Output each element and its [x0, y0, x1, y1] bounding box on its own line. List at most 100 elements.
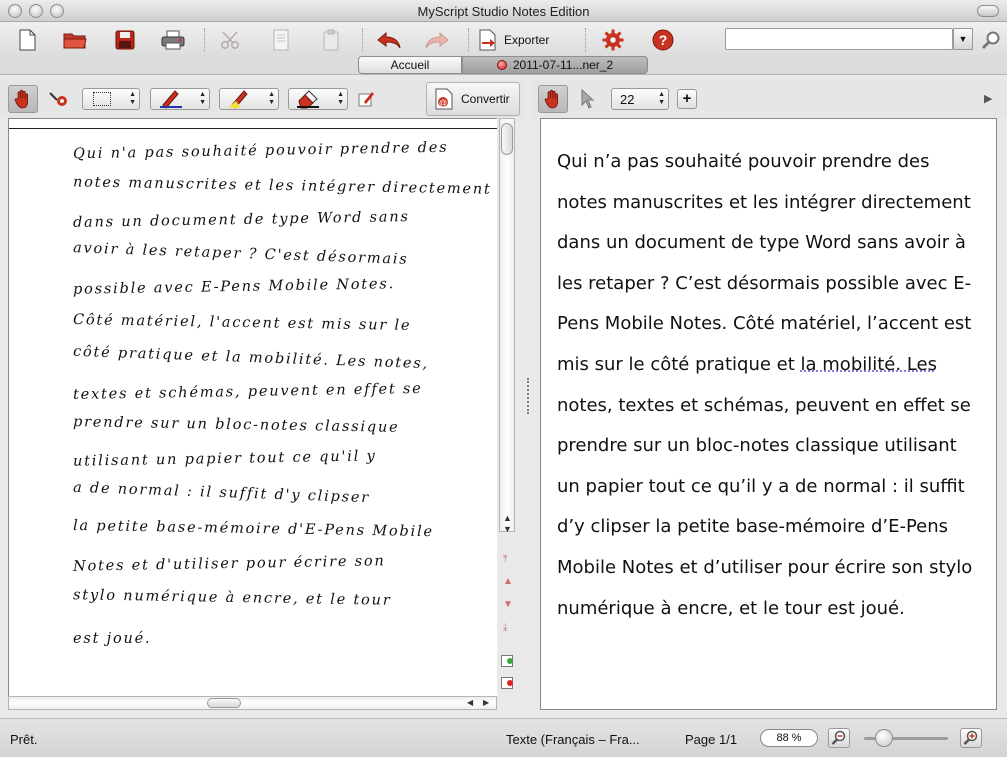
scroll-right-arrow-icon[interactable]: ▶ — [483, 698, 489, 707]
open-button[interactable] — [62, 27, 88, 53]
export-button[interactable]: Exporter — [478, 27, 578, 53]
font-size-select[interactable]: 22 ▲ ▼ — [611, 88, 669, 110]
pen-select[interactable]: ▲ ▼ — [150, 88, 210, 110]
previous-page-arrow-icon[interactable]: ▲ — [503, 576, 513, 587]
toolbar-separator — [204, 28, 205, 52]
tab-label: 2011-07-11...ner_2 — [512, 58, 614, 72]
handwriting-line: avoir à les retaper ? C'est désormais — [72, 240, 409, 268]
text-line: un papier tout ce qu’il y a de normal : … — [557, 475, 965, 497]
stepper-arrows-icon: ▲ ▼ — [658, 91, 665, 106]
convert-label: Convertir — [461, 92, 510, 106]
font-size-value: 22 — [620, 91, 635, 107]
handwriting-line: Côté matériel, l'accent est mis sur le — [72, 312, 412, 334]
hand-tool-button[interactable] — [8, 85, 38, 113]
close-tab-icon[interactable] — [496, 60, 507, 70]
stepper-arrows-icon: ▲ ▼ — [199, 91, 206, 106]
canvas-top-rule — [9, 128, 497, 129]
undo-button[interactable] — [376, 27, 402, 53]
delete-page-icon[interactable] — [501, 677, 513, 689]
chevron-down-icon: ▼ — [958, 34, 968, 44]
add-button[interactable]: + — [677, 89, 697, 109]
window-title: MyScript Studio Notes Edition — [417, 4, 590, 19]
save-button[interactable] — [112, 27, 138, 53]
main-toolbar: Exporter ? ▼ — [0, 22, 1007, 57]
cut-button[interactable] — [218, 27, 244, 53]
search-dropdown-button[interactable]: ▼ — [953, 28, 973, 50]
tab-document[interactable]: 2011-07-11...ner_2 — [462, 56, 648, 74]
toolbar-toggle-button[interactable] — [977, 5, 999, 17]
pen-icon — [160, 90, 182, 109]
ink-vertical-scrollbar[interactable] — [499, 118, 515, 532]
status-message: Prêt. — [10, 732, 38, 747]
ink-horizontal-scroll-thumb[interactable] — [207, 698, 241, 708]
first-page-arrow-icon[interactable]: ⤒ — [503, 554, 507, 565]
eraser-icon — [297, 90, 319, 109]
zoom-out-button[interactable] — [828, 728, 850, 748]
toolbar-separator — [585, 28, 586, 52]
convert-button[interactable]: @ Convertir — [426, 82, 520, 116]
handwriting-line: utilisant un papier tout ce qu'il y — [72, 448, 377, 470]
scroll-down-arrow-icon[interactable]: ▼ — [503, 524, 512, 534]
handwriting-line: la petite base-mémoire d'E-Pens Mobile — [72, 517, 434, 541]
redo-button[interactable] — [424, 27, 450, 53]
text-line: Mobile Notes et d’utiliser pour écrire s… — [557, 556, 973, 578]
scroll-up-arrow-icon[interactable]: ▲ — [503, 513, 512, 523]
eraser-select[interactable]: ▲ ▼ — [288, 88, 348, 110]
text-hand-tool-button[interactable] — [538, 85, 568, 113]
flagged-word[interactable]: la mobilité. Les — [801, 354, 937, 375]
settings-icon — [602, 29, 624, 51]
copy-icon — [273, 29, 289, 51]
ink-canvas[interactable]: Qui n'a pas souhaité pouvoir prendre des… — [8, 118, 497, 696]
handwriting-line: côté pratique et la mobilité. Les notes, — [72, 343, 430, 373]
tab-home[interactable]: Accueil — [358, 56, 462, 74]
add-page-icon[interactable] — [501, 655, 513, 667]
help-button[interactable]: ? — [650, 27, 676, 53]
text-line: prendre sur un bloc-notes classique util… — [557, 435, 957, 457]
text-line: les retaper ? C’est désormais possible a… — [557, 272, 972, 294]
copy-button[interactable] — [268, 27, 294, 53]
selection-mode-select[interactable]: ▲ ▼ — [82, 88, 140, 110]
zoom-level-field[interactable]: 88 % — [760, 729, 818, 747]
highlighter-icon — [228, 90, 248, 109]
handwriting-line: est joué. — [73, 631, 152, 647]
handwriting-line: notes manuscrites et les intégrer direct… — [72, 174, 492, 198]
new-document-button[interactable] — [14, 27, 40, 53]
plus-icon: + — [682, 90, 692, 107]
open-folder-icon — [63, 33, 87, 49]
recognition-language[interactable]: Texte (Français – Fra... — [506, 732, 640, 747]
print-button[interactable] — [160, 27, 186, 53]
search-input[interactable] — [725, 28, 953, 50]
converted-text[interactable]: Qui n’a pas souhaité pouvoir prendre des… — [557, 142, 987, 629]
handwriting-line: prendre sur un bloc-notes classique — [72, 414, 400, 436]
text-line: notes, textes et schémas, peuvent en eff… — [557, 394, 971, 416]
print-icon — [161, 30, 185, 50]
ink-horizontal-scrollbar[interactable]: ◀ ▶ — [8, 696, 497, 710]
text-canvas[interactable]: Qui n’a pas souhaité pouvoir prendre des… — [540, 118, 997, 710]
zoom-slider-knob[interactable] — [875, 729, 894, 747]
pane-splitter[interactable] — [527, 378, 533, 414]
hand-icon — [14, 89, 28, 109]
text-line: mis sur le côté pratique et la mobilité.… — [557, 345, 987, 386]
convert-icon: @ — [435, 88, 453, 110]
paste-icon — [323, 29, 339, 51]
ink-settings-button[interactable] — [44, 85, 74, 113]
gear-pen-icon — [49, 92, 67, 106]
handwriting-line: stylo numérique à encre, et le tour — [72, 587, 392, 609]
stroke-edit-button[interactable] — [354, 85, 378, 113]
highlighter-select[interactable]: ▲ ▼ — [219, 88, 279, 110]
handwriting-line: textes et schémas, peuvent en effet se — [72, 380, 423, 404]
text-line: notes manuscrites et les intégrer direct… — [557, 191, 971, 213]
toolbar-overflow-button[interactable]: ▶ — [984, 92, 992, 105]
pointer-tool-button[interactable] — [572, 85, 602, 113]
help-icon: ? — [652, 29, 674, 51]
scroll-left-arrow-icon[interactable]: ◀ — [467, 698, 473, 707]
handwriting-line: Qui n'a pas souhaité pouvoir prendre des — [72, 139, 449, 163]
search-button[interactable] — [978, 27, 1004, 53]
zoom-in-button[interactable] — [960, 728, 982, 748]
text-line: dans un document de type Word sans avoir… — [557, 232, 966, 254]
paste-button[interactable] — [318, 27, 344, 53]
last-page-arrow-icon[interactable]: ⤓ — [503, 622, 507, 633]
settings-button[interactable] — [600, 27, 626, 53]
next-page-arrow-icon[interactable]: ▼ — [503, 599, 513, 610]
ink-vertical-scroll-thumb[interactable] — [501, 123, 513, 155]
